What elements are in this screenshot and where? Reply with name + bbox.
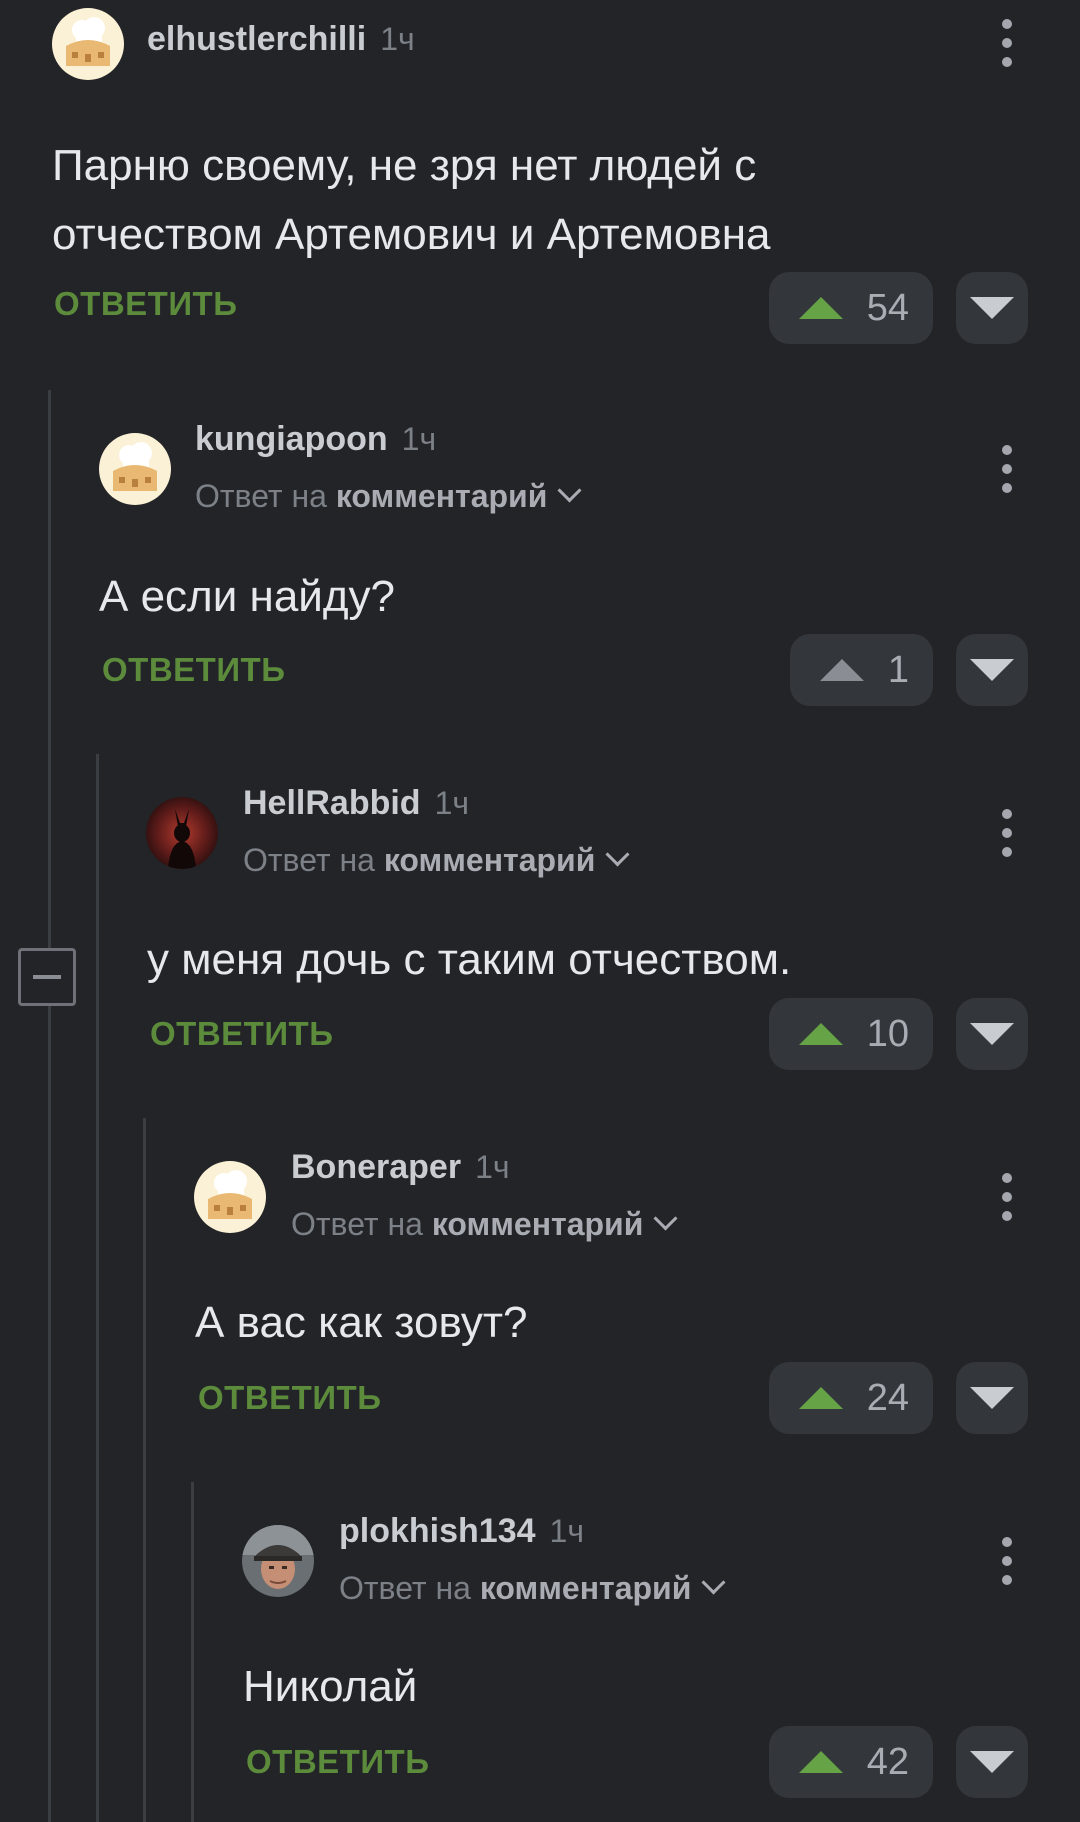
upvote-arrow-icon (798, 1751, 843, 1773)
username[interactable]: kungiapoon 1ч (195, 420, 436, 459)
rating-count: 1 (887, 648, 909, 691)
timestamp: 1ч (401, 421, 437, 457)
chef-hat-avatar-icon[interactable] (52, 8, 124, 80)
reply-button[interactable]: ОТВЕТИТЬ (246, 1743, 429, 1781)
chevron-down-icon (701, 1570, 726, 1595)
upvote-arrow-icon (798, 297, 843, 319)
more-options-icon[interactable] (1002, 809, 1012, 866)
username[interactable]: Boneraper 1ч (291, 1148, 510, 1187)
reply-button[interactable]: ОТВЕТИТЬ (198, 1379, 381, 1417)
comment: elhustlerchilli 1ч Парню своему, не зря н… (0, 8, 1080, 368)
chef-hat-avatar-icon[interactable] (194, 1161, 266, 1233)
reply-to-link[interactable]: Ответ на комментарий (291, 1206, 678, 1243)
timestamp: 1ч (380, 21, 415, 57)
username[interactable]: plokhish134 1ч (339, 1512, 584, 1551)
rating-count: 54 (866, 286, 909, 329)
downvote-button[interactable] (956, 1726, 1028, 1798)
reply-to-link[interactable]: Ответ на комментарий (195, 478, 582, 515)
rating-count: 10 (866, 1012, 909, 1055)
username[interactable]: HellRabbid 1ч (243, 784, 469, 823)
comment-text: Николай (243, 1662, 418, 1711)
reply-button[interactable]: ОТВЕТИТЬ (102, 651, 285, 689)
upvote-arrow-icon (819, 659, 864, 681)
more-options-icon[interactable] (1002, 1537, 1012, 1594)
reply-to-link[interactable]: Ответ на комментарий (339, 1570, 726, 1607)
timestamp: 1ч (475, 1149, 510, 1185)
comment: plokhish134 1ч Ответ на комментарий Никол… (0, 1512, 1080, 1822)
downvote-arrow-icon (970, 1023, 1014, 1045)
comment: Boneraper 1ч Ответ на комментарий А вас к… (0, 1148, 1080, 1521)
upvote-button[interactable]: 42 (769, 1726, 933, 1798)
downvote-button[interactable] (956, 272, 1028, 344)
reply-button[interactable]: ОТВЕТИТЬ (54, 285, 237, 323)
dark-rabbit-avatar-icon[interactable] (146, 797, 218, 869)
comment: kungiapoon 1ч Ответ на комментарий А если… (0, 420, 1080, 793)
rating-count: 24 (866, 1376, 909, 1419)
downvote-button[interactable] (956, 634, 1028, 706)
downvote-button[interactable] (956, 1362, 1028, 1434)
more-options-icon[interactable] (1002, 1173, 1012, 1230)
downvote-button[interactable] (956, 998, 1028, 1070)
username[interactable]: elhustlerchilli 1ч (147, 20, 415, 59)
downvote-arrow-icon (970, 1387, 1014, 1409)
comment-text: А если найду? (99, 572, 396, 621)
more-options-icon[interactable] (1002, 445, 1012, 502)
comment-text: А вас как зовут? (195, 1298, 528, 1347)
upvote-arrow-icon (798, 1023, 843, 1045)
comment-text: у меня дочь с таким отчеством. (147, 935, 792, 984)
rating-count: 42 (866, 1740, 909, 1783)
upvote-button[interactable]: 54 (769, 272, 933, 344)
more-options-icon[interactable] (1002, 19, 1012, 76)
chevron-down-icon (557, 478, 582, 503)
comment-text: Парню своему, не зря нет людей с отчеств… (52, 141, 771, 259)
chevron-down-icon (605, 842, 630, 867)
downvote-arrow-icon (970, 1751, 1014, 1773)
timestamp: 1ч (434, 785, 470, 821)
reply-button[interactable]: ОТВЕТИТЬ (150, 1015, 333, 1053)
comment: HellRabbid 1ч Ответ на комментарий у меня… (0, 784, 1080, 1157)
upvote-arrow-icon (798, 1387, 843, 1409)
man-with-cap-avatar-icon[interactable] (242, 1525, 314, 1597)
reply-to-link[interactable]: Ответ на комментарий (243, 842, 630, 879)
chevron-down-icon (653, 1206, 678, 1231)
upvote-button[interactable]: 10 (769, 998, 933, 1070)
chef-hat-avatar-icon[interactable] (99, 433, 171, 505)
upvote-button[interactable]: 24 (769, 1362, 933, 1434)
timestamp: 1ч (549, 1513, 584, 1549)
downvote-arrow-icon (970, 659, 1014, 681)
upvote-button[interactable]: 1 (790, 634, 933, 706)
comment-thread: elhustlerchilli 1ч Парню своему, не зря н… (0, 0, 1080, 1822)
downvote-arrow-icon (970, 297, 1014, 319)
